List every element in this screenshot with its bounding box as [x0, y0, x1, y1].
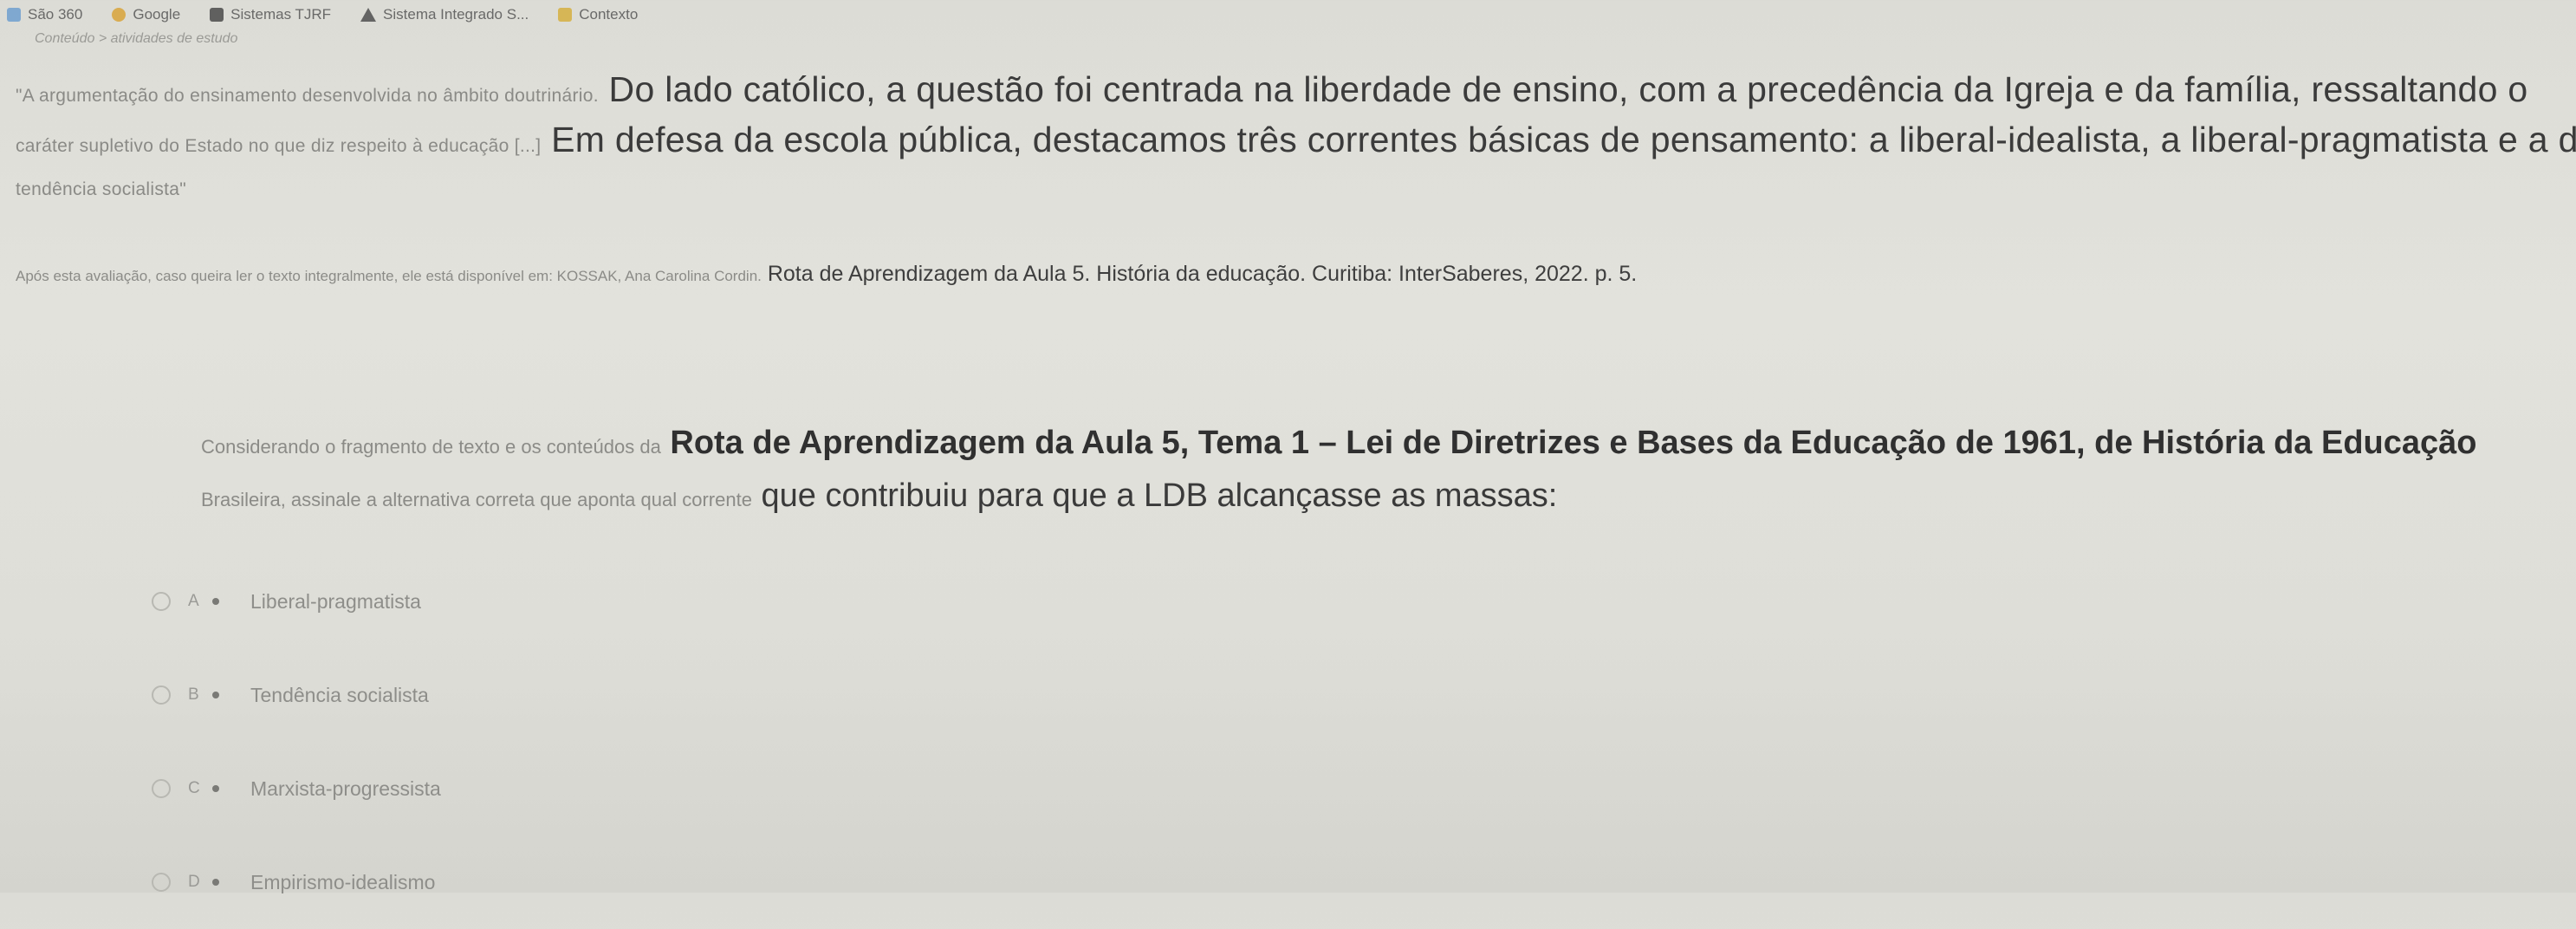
warning-icon — [360, 8, 377, 22]
answer-options: A Liberal-pragmatista B Tendência social… — [152, 555, 441, 929]
option-letter: C — [188, 779, 200, 797]
bookmark-sistema-integrado[interactable]: Sistema Integrado S... — [360, 6, 529, 23]
folder-icon — [558, 8, 573, 22]
radio-button[interactable] — [152, 685, 171, 705]
option-a[interactable]: A Liberal-pragmatista — [152, 555, 441, 648]
bookmark-label: São 360 — [28, 6, 83, 23]
radio-button[interactable] — [152, 592, 171, 611]
bullet-icon — [212, 785, 219, 792]
quote-block: "A argumentação do ensinamento desenvolv… — [16, 68, 2576, 211]
bullet-icon — [212, 598, 219, 605]
bookmark-icon — [210, 8, 224, 22]
source-citation: Após esta avaliação, caso queira ler o t… — [16, 262, 1637, 287]
source-prefix: Após esta avaliação, caso queira ler o t… — [16, 268, 762, 284]
bookmarks-bar: São 360 Google Sistemas TJRF Sistema Int… — [0, 0, 2576, 29]
option-text: Empirismo-idealismo — [250, 870, 436, 893]
bookmark-sistemas-tjrf[interactable]: Sistemas TJRF — [210, 6, 331, 23]
bookmark-label: Sistemas TJRF — [230, 6, 332, 23]
question-text: que contribuiu para que a LDB alcançasse… — [761, 477, 1558, 514]
radio-button[interactable] — [152, 873, 171, 892]
option-d[interactable]: D Empirismo-idealismo — [152, 835, 441, 929]
site-icon — [7, 8, 21, 22]
bookmark-contexto[interactable]: Contexto — [558, 6, 638, 23]
google-icon — [112, 8, 127, 22]
bullet-icon — [212, 879, 219, 886]
bookmark-label: Sistema Integrado S... — [383, 6, 529, 23]
option-text: Marxista-progressista — [250, 776, 441, 800]
bullet-icon — [212, 692, 219, 698]
breadcrumb: Conteúdo > atividades de estudo — [35, 31, 238, 46]
quote-line-2: caráter supletivo do Estado no que diz r… — [16, 118, 2576, 168]
option-letter: A — [188, 592, 199, 610]
question-block: Considerando o fragmento de texto e os c… — [201, 419, 2540, 524]
question-line-2: Brasileira, assinale a alternativa corre… — [201, 471, 2540, 524]
option-b[interactable]: B Tendência socialista — [152, 648, 441, 742]
bookmark-label: Google — [133, 6, 181, 23]
question-line-1: Considerando o fragmento de texto e os c… — [201, 419, 2540, 471]
option-c[interactable]: C Marxista-progressista — [152, 742, 441, 835]
option-letter: B — [188, 685, 199, 704]
option-letter: D — [188, 873, 200, 891]
option-text: Liberal-pragmatista — [250, 589, 421, 613]
radio-button[interactable] — [152, 779, 171, 798]
option-text: Tendência socialista — [250, 683, 429, 706]
quote-text: Em defesa da escola pública, destacamos … — [551, 120, 2576, 159]
quote-prefix: caráter supletivo do Estado no que diz r… — [16, 136, 542, 156]
bookmark-google[interactable]: Google — [112, 6, 180, 23]
quote-prefix: "A argumentação do ensinamento desenvolv… — [16, 86, 599, 106]
quote-line-3: tendência socialista" — [16, 179, 187, 199]
source-text: Rota de Aprendizagem da Aula 5. História… — [767, 262, 1638, 286]
question-prefix: Brasileira, assinale a alternativa corre… — [201, 489, 752, 510]
quote-text: Do lado católico, a questão foi centrada… — [608, 69, 2528, 109]
question-prefix: Considerando o fragmento de texto e os c… — [201, 436, 661, 458]
quote-line-1: "A argumentação do ensinamento desenvolv… — [16, 68, 2554, 118]
question-text: Rota de Aprendizagem da Aula 5, Tema 1 –… — [670, 425, 2477, 461]
bookmark-label: Contexto — [579, 6, 639, 23]
bookmark-sao-360[interactable]: São 360 — [7, 6, 82, 23]
